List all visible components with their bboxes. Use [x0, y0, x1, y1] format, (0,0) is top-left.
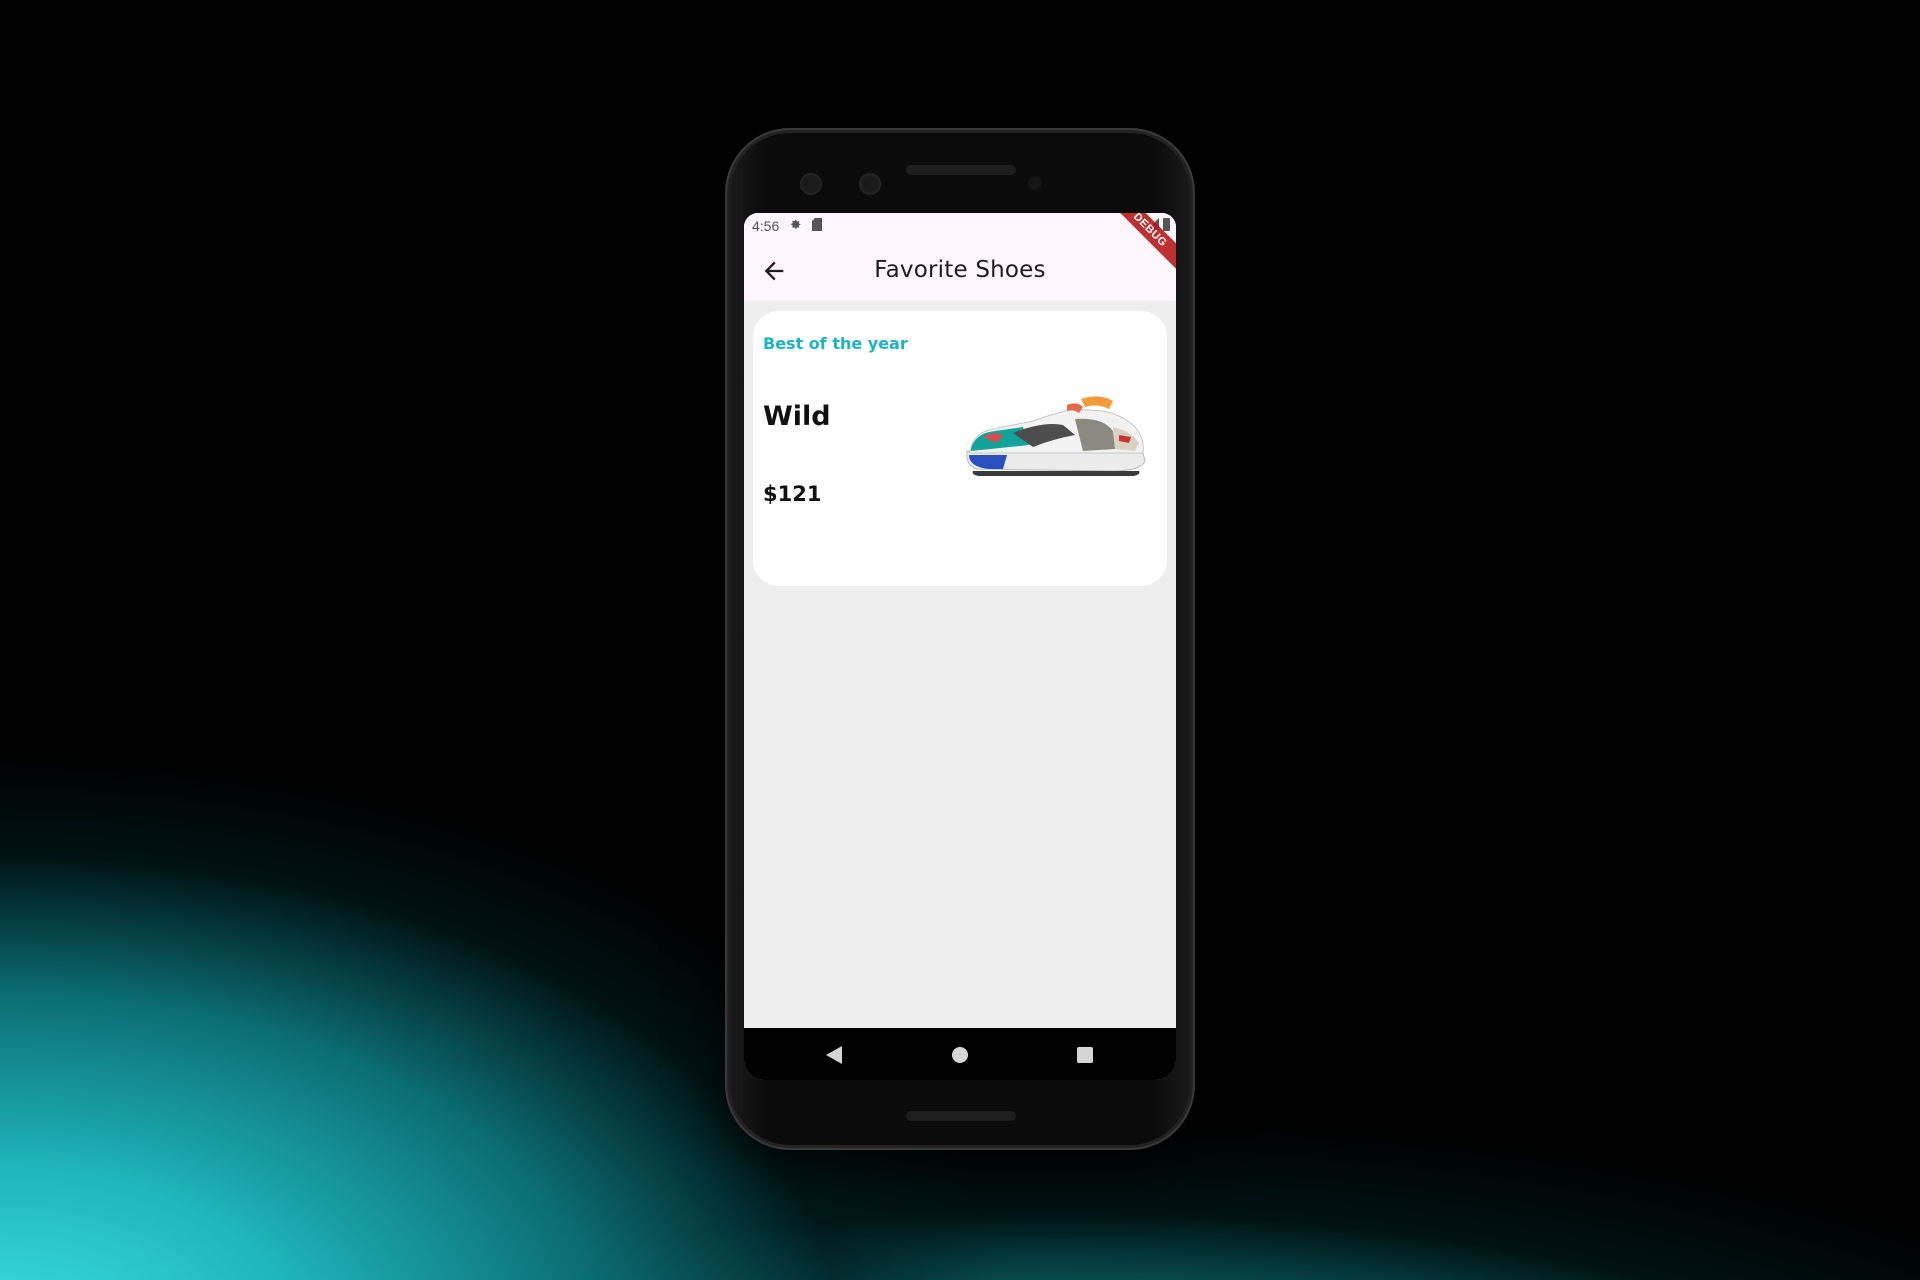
shoe-name: Wild — [763, 401, 831, 432]
front-camera-secondary — [859, 173, 881, 195]
status-bar: 4:56 — [744, 213, 1176, 239]
recents-square-icon[interactable] — [1077, 1047, 1093, 1063]
favorite-shoe-card[interactable]: Best of the year Wild $121 — [753, 311, 1167, 586]
status-time: 4:56 — [752, 218, 780, 234]
page-title: Favorite Shoes — [874, 257, 1046, 283]
home-circle-icon[interactable] — [952, 1047, 968, 1063]
phone-frame: 4:56 Favorite Shoes DEBUG Best of the ye… — [730, 133, 1190, 1145]
sd-card-icon — [812, 218, 823, 234]
back-triangle-icon[interactable] — [826, 1046, 842, 1064]
bottom-speaker — [906, 1111, 1016, 1121]
settings-icon — [789, 218, 802, 234]
app-bar: Favorite Shoes — [744, 239, 1176, 301]
battery-icon — [1163, 218, 1170, 231]
sneaker-image — [966, 396, 1146, 476]
proximity-sensor — [1028, 176, 1042, 190]
phone-screen: 4:56 Favorite Shoes DEBUG Best of the ye… — [744, 213, 1176, 1080]
system-nav-bar — [744, 1028, 1176, 1080]
earpiece-speaker — [906, 165, 1016, 175]
front-camera — [800, 173, 822, 195]
card-tag: Best of the year — [763, 334, 908, 353]
shoe-price: $121 — [763, 482, 822, 506]
